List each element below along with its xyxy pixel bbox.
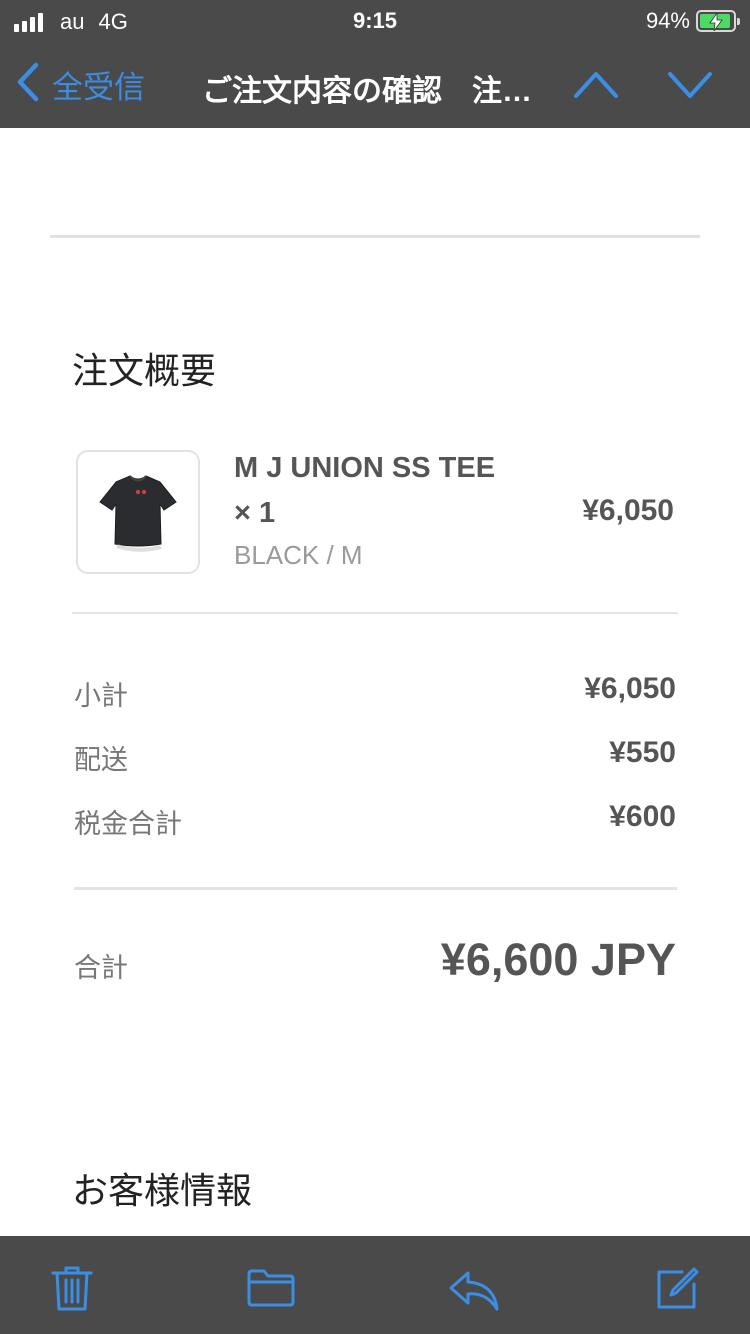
bottom-toolbar bbox=[0, 1236, 750, 1334]
status-time: 9:15 bbox=[352, 8, 398, 33]
back-to-inbox-button[interactable]: 全受信 bbox=[16, 62, 145, 107]
tax-value: ¥600 bbox=[609, 800, 676, 833]
product-variant: BLACK / M bbox=[234, 540, 363, 570]
chevron-left-icon bbox=[16, 62, 40, 107]
battery-charging-icon bbox=[696, 10, 740, 32]
chevron-up-icon bbox=[572, 72, 620, 110]
product-thumbnail[interactable] bbox=[76, 450, 200, 574]
compose-icon bbox=[654, 1267, 700, 1316]
tshirt-image bbox=[99, 475, 177, 552]
product-name: M J UNION SS TEE × 1 bbox=[234, 452, 496, 529]
reply-icon bbox=[448, 1271, 500, 1316]
compose-button[interactable] bbox=[654, 1266, 700, 1317]
reply-button[interactable] bbox=[448, 1270, 500, 1317]
divider bbox=[72, 612, 678, 614]
divider bbox=[50, 235, 700, 238]
next-message-button[interactable] bbox=[666, 62, 714, 106]
previous-message-button[interactable] bbox=[572, 62, 620, 106]
folder-icon bbox=[246, 1269, 296, 1312]
product-price: ¥6,050 bbox=[582, 494, 674, 527]
total-label: 合計 bbox=[74, 953, 128, 983]
page-title: ご注文内容の確認 注… bbox=[202, 75, 532, 108]
move-to-folder-button[interactable] bbox=[246, 1268, 296, 1313]
tax-label: 税金合計 bbox=[74, 809, 182, 839]
email-body[interactable]: 注文概要 M J UNION SS TEE × 1 BLACK / M ¥6,0… bbox=[0, 128, 750, 1236]
mail-nav-bar: 全受信 ご注文内容の確認 注… bbox=[0, 40, 750, 128]
delete-button[interactable] bbox=[50, 1264, 94, 1317]
subtotal-label: 小計 bbox=[74, 681, 128, 711]
subtotal-value: ¥6,050 bbox=[584, 672, 676, 705]
back-label: 全受信 bbox=[52, 70, 145, 105]
shipping-value: ¥550 bbox=[609, 736, 676, 769]
order-summary-heading: 注文概要 bbox=[72, 350, 217, 391]
divider bbox=[74, 887, 677, 890]
shipping-label: 配送 bbox=[74, 745, 128, 775]
trash-icon bbox=[50, 1266, 94, 1316]
total-value: ¥6,600 JPY bbox=[440, 934, 676, 985]
status-bar: au 4G 9:15 94% bbox=[0, 0, 750, 40]
customer-info-heading: お客様情報 bbox=[72, 1170, 253, 1211]
chevron-down-icon bbox=[666, 72, 714, 110]
battery-percentage: 94% bbox=[645, 8, 690, 33]
